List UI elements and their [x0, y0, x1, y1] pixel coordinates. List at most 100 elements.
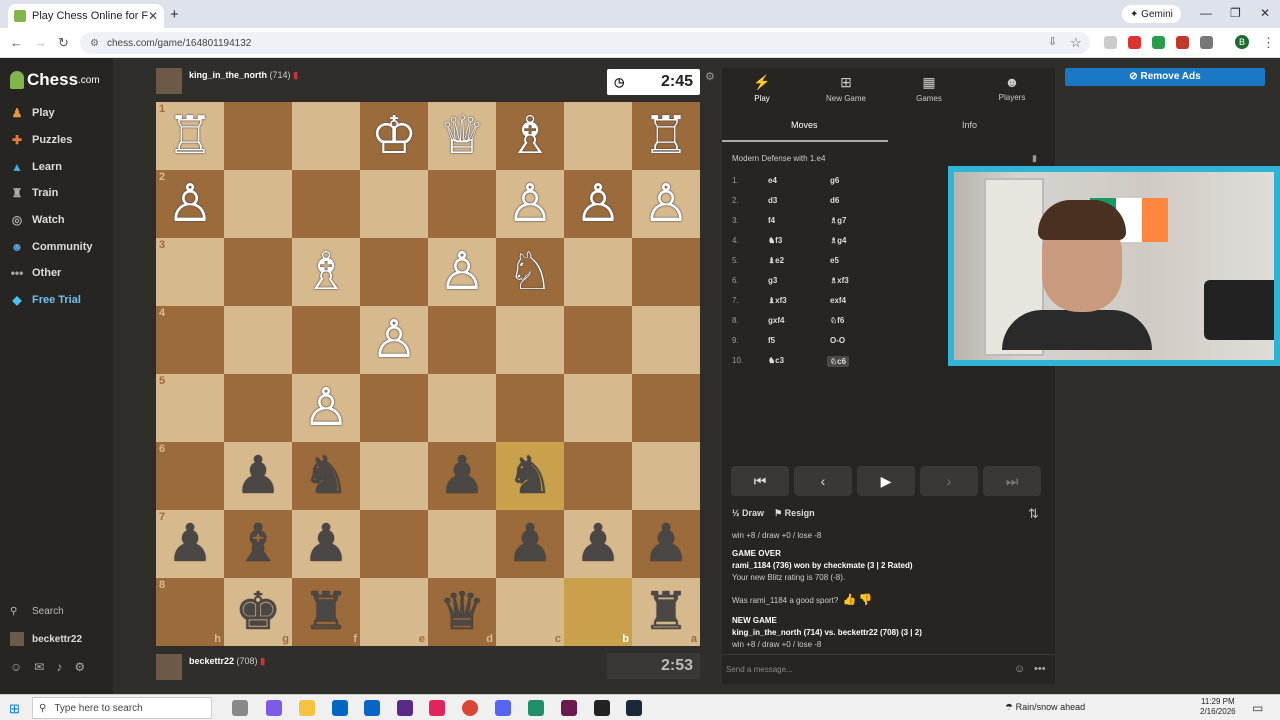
white-pawn-piece[interactable]: ♙ [643, 178, 690, 230]
black-pawn-piece[interactable]: ♟ [575, 518, 622, 570]
black-move[interactable]: ♗g7 [830, 216, 847, 225]
black-move[interactable]: ♘c6 [827, 356, 850, 367]
windows-start-icon[interactable]: ⊞ [9, 701, 20, 717]
board-square[interactable]: 3 [156, 238, 224, 306]
board-square[interactable] [428, 374, 496, 442]
white-pawn-piece[interactable]: ♙ [439, 246, 486, 298]
first-move-button[interactable]: ⏮ [731, 466, 789, 496]
black-queen-piece[interactable]: ♛ [439, 586, 486, 638]
board-square[interactable] [292, 102, 360, 170]
board-square[interactable] [564, 102, 632, 170]
more-dots-icon[interactable]: ••• [1034, 663, 1046, 675]
white-bishop-piece[interactable]: ♗ [303, 246, 350, 298]
remove-ads-button[interactable]: ⊘ Remove Ads [1065, 68, 1265, 86]
board-square[interactable] [496, 374, 564, 442]
board-square[interactable]: ♗ [496, 102, 564, 170]
task-view-icon[interactable] [232, 700, 248, 716]
mail-icon[interactable] [364, 700, 380, 716]
opponent-name[interactable]: king_in_the_north [189, 70, 267, 80]
messages-icon[interactable]: ✉ [34, 660, 44, 674]
board-square[interactable] [224, 374, 292, 442]
board-square[interactable]: c [496, 578, 564, 646]
sidebar-item-train[interactable]: ♜ Train [10, 186, 59, 200]
board-square[interactable]: ♟ [496, 510, 564, 578]
thumbs-down-icon[interactable]: 👎 [859, 594, 873, 606]
black-move[interactable]: ♗xf3 [830, 276, 849, 285]
app-icon[interactable] [594, 700, 610, 716]
sidebar-item-community[interactable]: ☻ Community [10, 240, 93, 254]
forward-icon[interactable]: → [34, 35, 47, 50]
tab-info[interactable]: Info [962, 120, 977, 130]
sidebar-item-free-trial[interactable]: ◆ Free Trial [10, 293, 81, 307]
browser-tab[interactable]: Play Chess Online for FREE - 2 i ✕ [8, 4, 164, 28]
gemini-button[interactable]: ✦ Gemini [1122, 5, 1181, 23]
sidebar-item-puzzles[interactable]: ✚ Puzzles [10, 133, 72, 147]
board-square[interactable]: f ♜ [292, 578, 360, 646]
black-knight-piece[interactable]: ♞ [507, 450, 554, 502]
board-settings-icon[interactable]: ⚙ [705, 70, 715, 83]
board-square[interactable]: ♖ [632, 102, 700, 170]
file-explorer-icon[interactable] [299, 700, 315, 716]
black-pawn-piece[interactable]: ♟ [507, 518, 554, 570]
extensions-puzzle-icon[interactable] [1200, 36, 1213, 49]
app-icon[interactable] [561, 700, 577, 716]
board-square[interactable]: ♙ [496, 170, 564, 238]
board-square[interactable]: ♕ [428, 102, 496, 170]
board-square[interactable]: ♙ [564, 170, 632, 238]
copilot-icon[interactable] [266, 700, 282, 716]
sidebar-item-other[interactable]: ••• Other [10, 266, 62, 280]
board-square[interactable]: ♝ [224, 510, 292, 578]
minimize-icon[interactable]: — [1200, 6, 1212, 20]
reload-icon[interactable]: ↻ [58, 35, 69, 51]
discord-icon[interactable] [495, 700, 511, 716]
white-queen-piece[interactable]: ♕ [439, 110, 486, 162]
board-square[interactable]: 8h [156, 578, 224, 646]
last-move-button[interactable]: ⏭ [983, 466, 1041, 496]
board-square[interactable]: ♞ [496, 442, 564, 510]
extension-icon[interactable] [1128, 36, 1141, 49]
tab-games[interactable]: ▦ Games [889, 74, 969, 103]
board-square[interactable] [564, 374, 632, 442]
board-square[interactable]: ♗ [292, 238, 360, 306]
profile-avatar[interactable]: B [1235, 35, 1249, 49]
bookmark-star-icon[interactable]: ☆ [1070, 35, 1082, 51]
white-move[interactable]: ♞c3 [768, 356, 784, 365]
sidebar-item-play[interactable]: ♟ Play [10, 106, 55, 120]
install-icon[interactable]: ⇩ [1048, 35, 1057, 48]
extension-icon[interactable] [1176, 36, 1189, 49]
white-move[interactable]: f4 [768, 216, 775, 225]
board-square[interactable] [360, 170, 428, 238]
chrome-icon[interactable] [462, 700, 478, 716]
next-move-button[interactable]: › [920, 466, 978, 496]
white-move[interactable]: g3 [768, 276, 777, 285]
white-pawn-piece[interactable]: ♙ [303, 382, 350, 434]
board-square[interactable]: a ♜ [632, 578, 700, 646]
music-icon[interactable] [429, 700, 445, 716]
black-pawn-piece[interactable]: ♟ [303, 518, 350, 570]
board-square[interactable]: 5 [156, 374, 224, 442]
tab-players[interactable]: ☻ Players [972, 74, 1052, 102]
board-square[interactable] [360, 442, 428, 510]
sidebar-item-learn[interactable]: ▲ Learn [10, 160, 62, 174]
black-pawn-piece[interactable]: ♟ [235, 450, 282, 502]
board-square[interactable] [632, 442, 700, 510]
board-square[interactable] [292, 170, 360, 238]
white-move[interactable]: ♝xf3 [768, 296, 787, 305]
taskbar-search[interactable]: ⚲ Type here to search [32, 697, 212, 719]
board-square[interactable] [564, 238, 632, 306]
black-rook-piece[interactable]: ♜ [643, 586, 690, 638]
friends-icon[interactable]: ☺ [10, 660, 22, 674]
board-square[interactable]: ♙ [360, 306, 428, 374]
steam-icon[interactable] [626, 700, 642, 716]
sidebar-item-watch[interactable]: ◎ Watch [10, 213, 65, 227]
white-knight-piece[interactable]: ♘ [507, 246, 554, 298]
weather-widget[interactable]: ☂ Rain/snow ahead [1005, 702, 1085, 713]
white-rook-piece[interactable]: ♖ [167, 110, 214, 162]
white-move[interactable]: f5 [768, 336, 775, 345]
board-square[interactable]: ♔ [360, 102, 428, 170]
white-pawn-piece[interactable]: ♙ [167, 178, 214, 230]
board-square[interactable] [292, 306, 360, 374]
white-pawn-piece[interactable]: ♙ [507, 178, 554, 230]
white-move[interactable]: gxf4 [768, 316, 784, 325]
black-move[interactable]: O-O [830, 336, 845, 345]
